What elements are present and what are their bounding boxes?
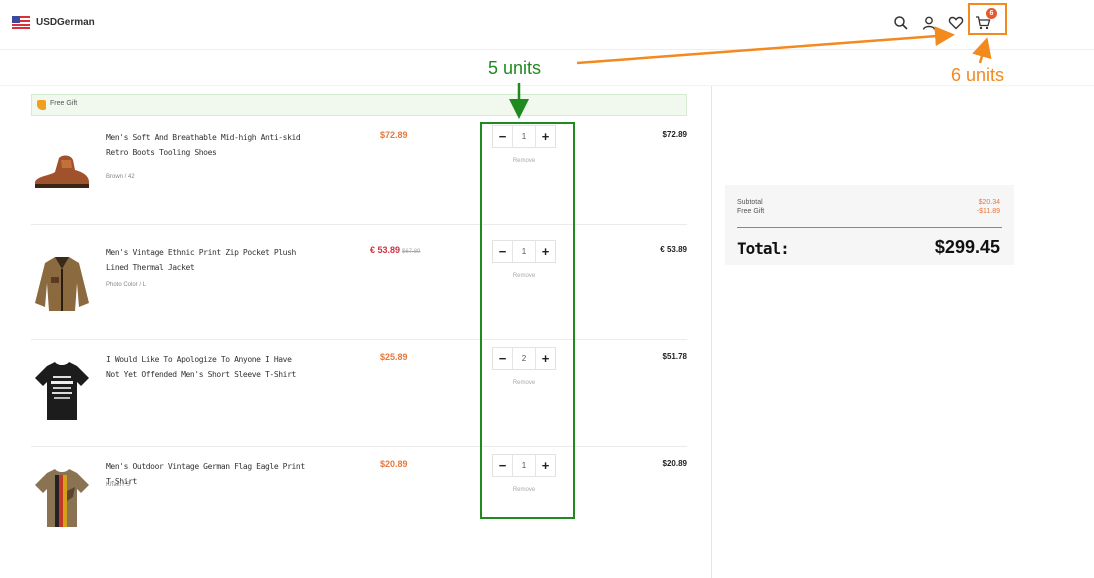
cart-row: I Would Like To Apologize To Anyone I Ha… (31, 340, 687, 447)
quantity-column-highlight-annotation (480, 122, 575, 519)
product-variant: Photo Color / L (106, 282, 147, 288)
line-subtotal: $20.89 (662, 459, 687, 468)
boots-thumbnail[interactable] (31, 138, 93, 200)
product-name[interactable]: Men's Soft And Breathable Mid-high Anti-… (106, 130, 306, 160)
product-price: € 53.89 $67.89 (370, 245, 420, 255)
user-icon[interactable] (921, 15, 937, 31)
heart-icon[interactable] (948, 15, 964, 31)
product-name[interactable]: Men's Vintage Ethnic Print Zip Pocket Pl… (106, 245, 306, 275)
currency-selector[interactable]: USD (36, 17, 57, 28)
orange-annotation-label: 6 units (951, 65, 1005, 85)
green-annotation-label: 5 units (488, 58, 542, 78)
subtotal-value: $20.34 (978, 199, 1000, 206)
sale-price: € 53.89 (370, 245, 401, 255)
column-divider (711, 86, 712, 578)
cart-page: USD German 6 Free Gift Men's Soft And Br… (0, 0, 1094, 578)
free-gift-summary-value: -$11.89 (976, 208, 1000, 215)
jacket-thumbnail[interactable] (31, 253, 93, 315)
line-subtotal: $51.78 (662, 352, 687, 361)
product-name[interactable]: I Would Like To Apologize To Anyone I Ha… (106, 352, 306, 382)
us-flag-icon[interactable] (12, 16, 30, 29)
original-price: $67.89 (402, 249, 421, 255)
product-name[interactable]: Men's Outdoor Vintage German Flag Eagle … (106, 459, 306, 489)
black-tshirt-thumbnail[interactable] (31, 360, 93, 422)
free-gift-label: Free Gift (50, 100, 78, 107)
free-gift-summary-label: Free Gift (737, 208, 765, 215)
line-subtotal: € 53.89 (660, 245, 687, 254)
site-header: USD German 6 (0, 0, 1094, 50)
subtotal-label: Subtotal (737, 199, 763, 206)
product-variant: Brown / 42 (106, 174, 135, 180)
flag-tshirt-thumbnail[interactable] (31, 467, 93, 529)
search-icon[interactable] (893, 15, 909, 31)
line-subtotal: $72.89 (662, 130, 687, 139)
total-value: $299.45 (934, 237, 1000, 257)
product-price: $20.89 (380, 459, 408, 469)
order-summary: Subtotal $20.34 Free Gift -$11.89 Total:… (725, 185, 1014, 265)
cart-row: Men's Vintage Ethnic Print Zip Pocket Pl… (31, 233, 687, 340)
cart-row: Men's Soft And Breathable Mid-high Anti-… (31, 118, 687, 225)
language-selector[interactable]: German (57, 17, 95, 28)
cart-row: Men's Outdoor Vintage German Flag Eagle … (31, 447, 687, 554)
summary-divider (737, 227, 1002, 228)
product-variant: Khaki / S (106, 482, 131, 488)
total-label: Total: (737, 239, 790, 258)
product-price: $72.89 (380, 130, 408, 140)
free-gift-banner: Free Gift (31, 94, 687, 116)
tag-icon (37, 100, 46, 110)
product-price: $25.89 (380, 352, 408, 362)
cart-highlight-annotation (968, 3, 1007, 35)
nav-bar (0, 50, 1094, 86)
